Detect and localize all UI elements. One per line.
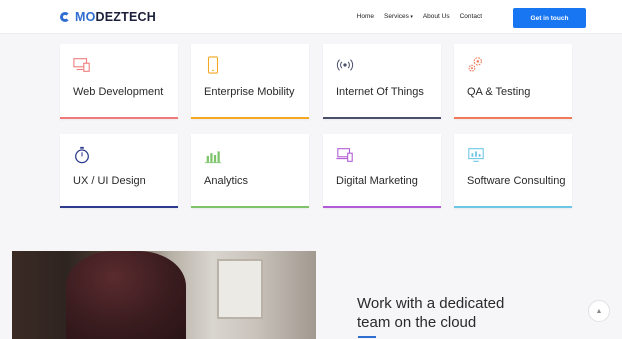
headline-line-1: Work with a dedicated <box>357 295 505 312</box>
nav-home[interactable]: Home <box>357 13 374 20</box>
stopwatch-icon <box>75 146 89 164</box>
service-card-software-consulting[interactable]: Software Consulting <box>454 134 572 208</box>
nav-links: Home Services About Us Contact <box>357 13 482 20</box>
logo-mark-icon <box>60 12 70 22</box>
service-label: Digital Marketing <box>336 175 418 187</box>
service-card-qa-testing[interactable]: QA & Testing <box>454 44 572 119</box>
chevron-up-icon: ▲ <box>595 307 603 315</box>
gears-icon <box>468 57 482 72</box>
service-card-analytics[interactable]: Analytics <box>191 134 309 208</box>
signal-icon <box>336 59 354 71</box>
monitor-icon <box>468 148 484 162</box>
service-label: Analytics <box>204 175 249 187</box>
photo-window <box>217 259 263 319</box>
get-in-touch-button[interactable]: Get in touch <box>513 8 586 28</box>
service-label: QA & Testing <box>467 86 531 98</box>
brand-logo[interactable]: MODEZTECH <box>60 10 156 24</box>
nav-contact[interactable]: Contact <box>460 13 482 20</box>
logo-text: MODEZTECH <box>75 10 156 24</box>
service-label: UX / UI Design <box>73 175 146 187</box>
top-navbar: MODEZTECH Home Services About Us Contact… <box>0 0 622 34</box>
devices-icon <box>73 58 90 72</box>
service-card-enterprise-mobility[interactable]: Enterprise Mobility <box>191 44 309 119</box>
headline-underline <box>358 336 376 338</box>
scroll-to-top-button[interactable]: ▲ <box>588 300 610 322</box>
mobile-phone-icon <box>207 56 219 74</box>
nav-about[interactable]: About Us <box>423 13 450 20</box>
service-label: Web Development <box>73 86 164 98</box>
service-card-web-development[interactable]: Web Development <box>60 44 178 119</box>
service-card-internet-of-things[interactable]: Internet Of Things <box>323 44 441 119</box>
section-headline: Work with a dedicated team on the cloud <box>357 294 504 332</box>
nav-services[interactable]: Services <box>384 13 413 20</box>
photo-person <box>66 251 186 339</box>
laptop-phone-icon <box>336 148 353 162</box>
headline-line-2: team on the cloud <box>357 314 477 331</box>
team-photo <box>12 251 316 339</box>
service-label: Enterprise Mobility <box>204 86 295 98</box>
service-label: Internet Of Things <box>336 86 424 98</box>
service-label: Software Consulting <box>467 175 566 187</box>
bar-chart-icon <box>204 151 222 164</box>
service-card-ux-ui-design[interactable]: UX / UI Design <box>60 134 178 208</box>
service-card-digital-marketing[interactable]: Digital Marketing <box>323 134 441 208</box>
